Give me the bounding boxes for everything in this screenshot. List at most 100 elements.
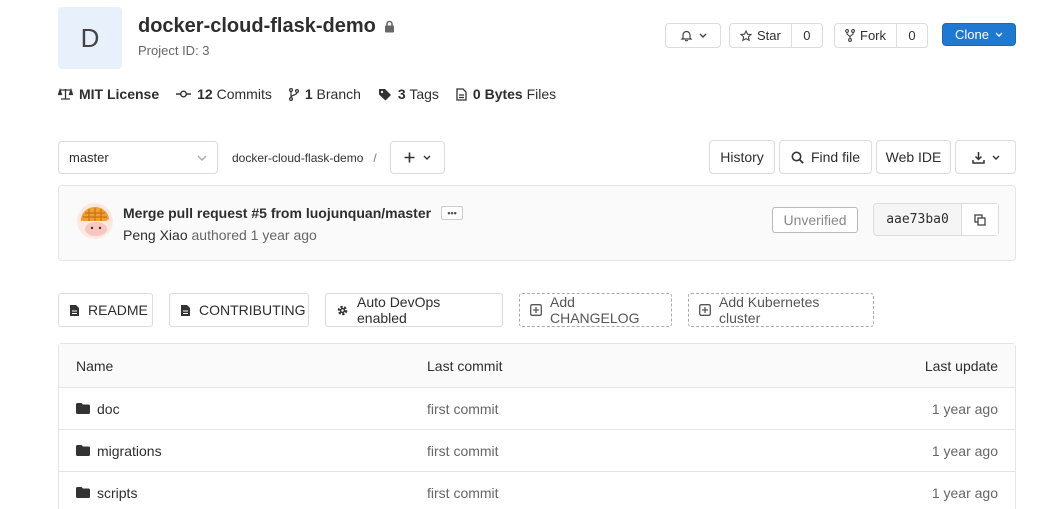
file-last-commit[interactable]: first commit (427, 485, 727, 501)
header-name: Name (76, 357, 114, 374)
branch-select-value: master (69, 150, 109, 165)
clone-label: Clone (955, 27, 989, 42)
last-commit-panel: Merge pull request #5 from luojunquan/ma… (58, 185, 1016, 261)
file-name[interactable]: migrations (97, 443, 162, 459)
web-ide-button[interactable]: Web IDE (876, 140, 951, 174)
lock-icon (384, 20, 395, 33)
star-button-group: Star 0 (729, 23, 823, 48)
commit-icon (176, 89, 192, 99)
files-size: 0 Bytes (472, 86, 523, 102)
file-icon (456, 87, 467, 101)
tag-icon (378, 88, 392, 101)
bell-icon (680, 29, 693, 42)
history-button[interactable]: History (709, 140, 775, 174)
file-last-commit[interactable]: first commit (427, 443, 727, 459)
fork-label: Fork (860, 28, 886, 43)
tags-count: 3 (397, 86, 406, 102)
branch-icon (288, 87, 299, 101)
chevron-down-icon (992, 155, 1000, 160)
table-row[interactable]: migrations first commit 1 year ago (59, 430, 1015, 472)
signature-badge[interactable]: Unverified (772, 207, 858, 233)
breadcrumb: docker-cloud-flask-demo / (232, 151, 377, 165)
file-name[interactable]: doc (97, 401, 120, 417)
branches-count: 1 (304, 86, 313, 102)
autodevops-label: Auto DevOps enabled (357, 294, 441, 326)
branches-link[interactable]: 1 Branch (288, 86, 361, 102)
commit-meta: Peng Xiao authored 1 year ago (123, 227, 317, 243)
tags-label: Tags (409, 86, 439, 102)
commits-link[interactable]: 12 Commits (176, 86, 272, 102)
table-header: Name Last commit Last update (59, 344, 1015, 388)
table-row[interactable]: scripts first commit 1 year ago (59, 472, 1015, 509)
notification-dropdown[interactable] (665, 23, 721, 48)
history-label: History (720, 149, 764, 165)
chevron-down-icon (699, 33, 707, 38)
breadcrumb-separator: / (373, 151, 377, 165)
files-link[interactable]: 0 Bytes Files (456, 86, 556, 102)
commit-expand-button[interactable]: ••• (441, 206, 464, 220)
chevron-down-icon (995, 32, 1003, 37)
find-file-button[interactable]: Find file (779, 140, 872, 174)
breadcrumb-root[interactable]: docker-cloud-flask-demo (232, 151, 363, 165)
folder-icon (76, 487, 90, 498)
project-name[interactable]: docker-cloud-flask-demo (138, 15, 376, 38)
add-dropdown[interactable] (390, 141, 445, 174)
file-last-update: 1 year ago (931, 400, 998, 417)
chevron-down-icon (197, 155, 207, 161)
autodevops-button[interactable]: Auto DevOps enabled (325, 293, 503, 327)
file-text-icon (180, 304, 191, 317)
add-kubernetes-label: Add Kubernetes cluster (719, 294, 820, 326)
file-name[interactable]: scripts (97, 485, 137, 501)
clone-button[interactable]: Clone (942, 23, 1016, 46)
license-link[interactable]: MIT License (58, 86, 159, 102)
download-dropdown[interactable] (955, 140, 1016, 174)
star-label: Star (757, 28, 781, 43)
add-kubernetes-button[interactable]: Add Kubernetes cluster (688, 293, 874, 327)
file-text-icon (69, 304, 80, 317)
download-icon (971, 151, 985, 164)
fork-count[interactable]: 0 (897, 24, 927, 47)
branches-label: Branch (316, 86, 361, 102)
chevron-down-icon (423, 155, 431, 160)
fork-icon (845, 29, 855, 42)
commit-title-row: Merge pull request #5 from luojunquan/ma… (123, 205, 464, 221)
copy-sha-button[interactable] (962, 204, 998, 235)
web-ide-label: Web IDE (885, 149, 942, 165)
commit-author[interactable]: Peng Xiao (123, 227, 188, 243)
folder-icon (76, 403, 90, 414)
plus-square-icon (530, 304, 542, 316)
file-last-commit[interactable]: first commit (427, 401, 727, 417)
commit-title[interactable]: Merge pull request #5 from luojunquan/ma… (123, 205, 431, 221)
add-changelog-label: Add CHANGELOG (550, 294, 640, 326)
star-count[interactable]: 0 (792, 24, 822, 47)
file-tree-table: Name Last commit Last update doc first c… (58, 343, 1016, 509)
add-changelog-button[interactable]: Add CHANGELOG (519, 293, 672, 327)
tags-link[interactable]: 3 Tags (378, 86, 439, 102)
contributing-button[interactable]: CONTRIBUTING (169, 293, 309, 327)
page-title: docker-cloud-flask-demo (138, 15, 395, 38)
copy-icon (974, 213, 986, 226)
project-avatar: D (58, 7, 122, 69)
header-last-update: Last update (924, 357, 998, 374)
gear-icon (336, 304, 349, 317)
file-name-cell: doc (59, 401, 427, 417)
readme-label: README (88, 302, 148, 318)
star-button[interactable]: Star (730, 24, 792, 47)
commits-count: 12 (197, 86, 213, 102)
table-row[interactable]: doc first commit 1 year ago (59, 388, 1015, 430)
folder-icon (76, 445, 90, 456)
commit-sha[interactable]: aae73ba0 (874, 204, 962, 235)
star-icon (740, 29, 752, 42)
scale-icon (58, 88, 73, 100)
readme-button[interactable]: README (58, 293, 153, 327)
project-id: Project ID: 3 (138, 43, 210, 58)
branch-select[interactable]: master (58, 141, 218, 174)
file-name-cell: scripts (59, 485, 427, 501)
search-icon (791, 151, 804, 164)
commit-sha-group: aae73ba0 (873, 203, 999, 236)
fork-button-group: Fork 0 (834, 23, 928, 48)
files-label: Files (526, 86, 557, 102)
fork-button[interactable]: Fork (835, 24, 897, 47)
project-avatar-letter: D (80, 22, 100, 53)
author-avatar[interactable] (77, 203, 113, 239)
